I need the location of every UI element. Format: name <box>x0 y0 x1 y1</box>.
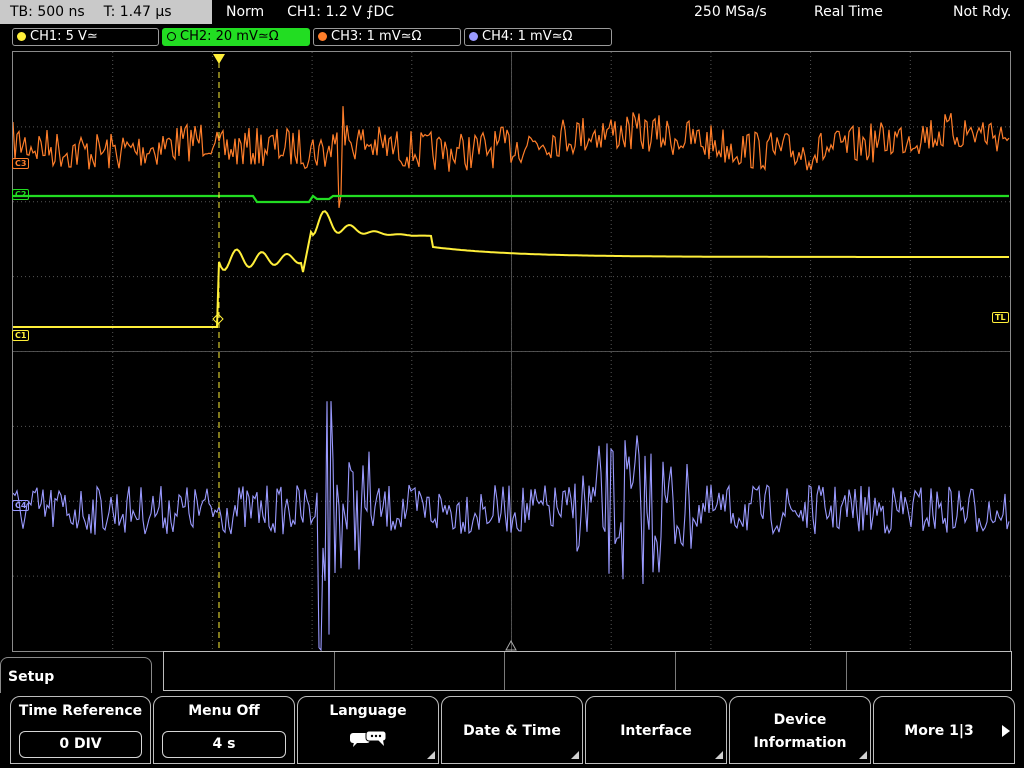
interface-softkey[interactable]: Interface <box>585 696 727 764</box>
more-softkey[interactable]: More 1|3 <box>873 696 1015 764</box>
acquisition-mode: Real Time <box>814 4 883 20</box>
channel-tab-ch1[interactable]: CH1: 5 V≃ <box>12 28 159 46</box>
trigger-position-icon <box>213 54 225 64</box>
menu-off-value[interactable]: 4 s <box>162 731 286 758</box>
ch2-marker-label: C2 <box>15 190 27 199</box>
trigger-time-value: T: 1.47 µs <box>103 4 172 20</box>
language-label: Language <box>329 703 407 719</box>
ch1-color-dot <box>17 32 26 41</box>
ch2-label: CH2: 20 mV≃Ω <box>180 29 279 44</box>
timebase-value: TB: 500 ns <box>10 4 85 20</box>
setup-menu-title: Setup <box>8 669 55 685</box>
trigger-setting: CH1: 1.2 V ⨍DC <box>287 4 395 20</box>
speech-bubbles-icon <box>350 730 387 747</box>
ch4-marker-label: C4 <box>15 501 27 510</box>
panel-divider <box>504 652 505 690</box>
ch3-label: CH3: 1 mV≃Ω <box>331 29 422 44</box>
time-reference-softkey[interactable]: Time Reference 0 DIV <box>10 696 151 764</box>
arrow-right-icon <box>1002 725 1010 737</box>
ch2-offset-marker[interactable]: C2 <box>12 189 30 200</box>
ch4-offset-marker[interactable]: C4 <box>12 500 30 511</box>
waveform-display[interactable] <box>12 51 1011 652</box>
interface-label: Interface <box>620 723 692 739</box>
ch3-marker-label: C3 <box>15 159 27 168</box>
date-time-softkey[interactable]: Date & Time <box>441 696 583 764</box>
more-label: More 1|3 <box>904 723 974 739</box>
device-information-line1: Device <box>773 712 827 728</box>
submenu-corner-icon <box>859 751 867 759</box>
sample-rate: 250 MSa/s <box>694 4 767 20</box>
trigger-level-marker[interactable]: TL <box>992 312 1009 323</box>
time-reference-value[interactable]: 0 DIV <box>19 731 142 758</box>
ch4-color-dot <box>469 32 478 41</box>
waveform-canvas <box>13 52 1010 651</box>
submenu-corner-icon <box>715 751 723 759</box>
language-softkey[interactable]: Language <box>297 696 439 764</box>
panel-divider <box>334 652 335 690</box>
menu-info-panel <box>163 651 1012 691</box>
panel-divider <box>846 652 847 690</box>
trigger-status[interactable]: Norm CH1: 1.2 V ⨍DC <box>226 0 394 24</box>
menu-off-softkey[interactable]: Menu Off 4 s <box>153 696 295 764</box>
timebase-readout[interactable]: TB: 500 ns T: 1.47 µs <box>0 0 212 24</box>
device-information-softkey[interactable]: Device Information <box>729 696 871 764</box>
ch3-color-dot <box>318 32 327 41</box>
ch1-offset-marker[interactable]: C1 <box>12 330 30 341</box>
ch3-offset-marker[interactable]: C3 <box>12 158 30 169</box>
channel-tab-ch4[interactable]: CH4: 1 mV≃Ω <box>464 28 612 46</box>
menu-off-label: Menu Off <box>188 703 260 719</box>
time-reference-label: Time Reference <box>18 703 143 719</box>
ch1-marker-label: C1 <box>15 331 27 340</box>
device-information-line2: Information <box>753 735 847 751</box>
date-time-label: Date & Time <box>463 723 561 739</box>
ch1-label: CH1: 5 V≃ <box>30 29 98 44</box>
ch4-label: CH4: 1 mV≃Ω <box>482 29 573 44</box>
channel-tab-ch3[interactable]: CH3: 1 mV≃Ω <box>313 28 461 46</box>
trigger-level-label: TL <box>995 313 1006 322</box>
ch2-color-dot <box>167 32 176 41</box>
acquisition-state: Not Rdy. <box>953 4 1012 20</box>
channel-tab-ch2[interactable]: CH2: 20 mV≃Ω <box>162 28 310 46</box>
trigger-mode: Norm <box>226 4 265 20</box>
submenu-corner-icon <box>427 751 435 759</box>
submenu-corner-icon <box>571 751 579 759</box>
panel-divider <box>675 652 676 690</box>
